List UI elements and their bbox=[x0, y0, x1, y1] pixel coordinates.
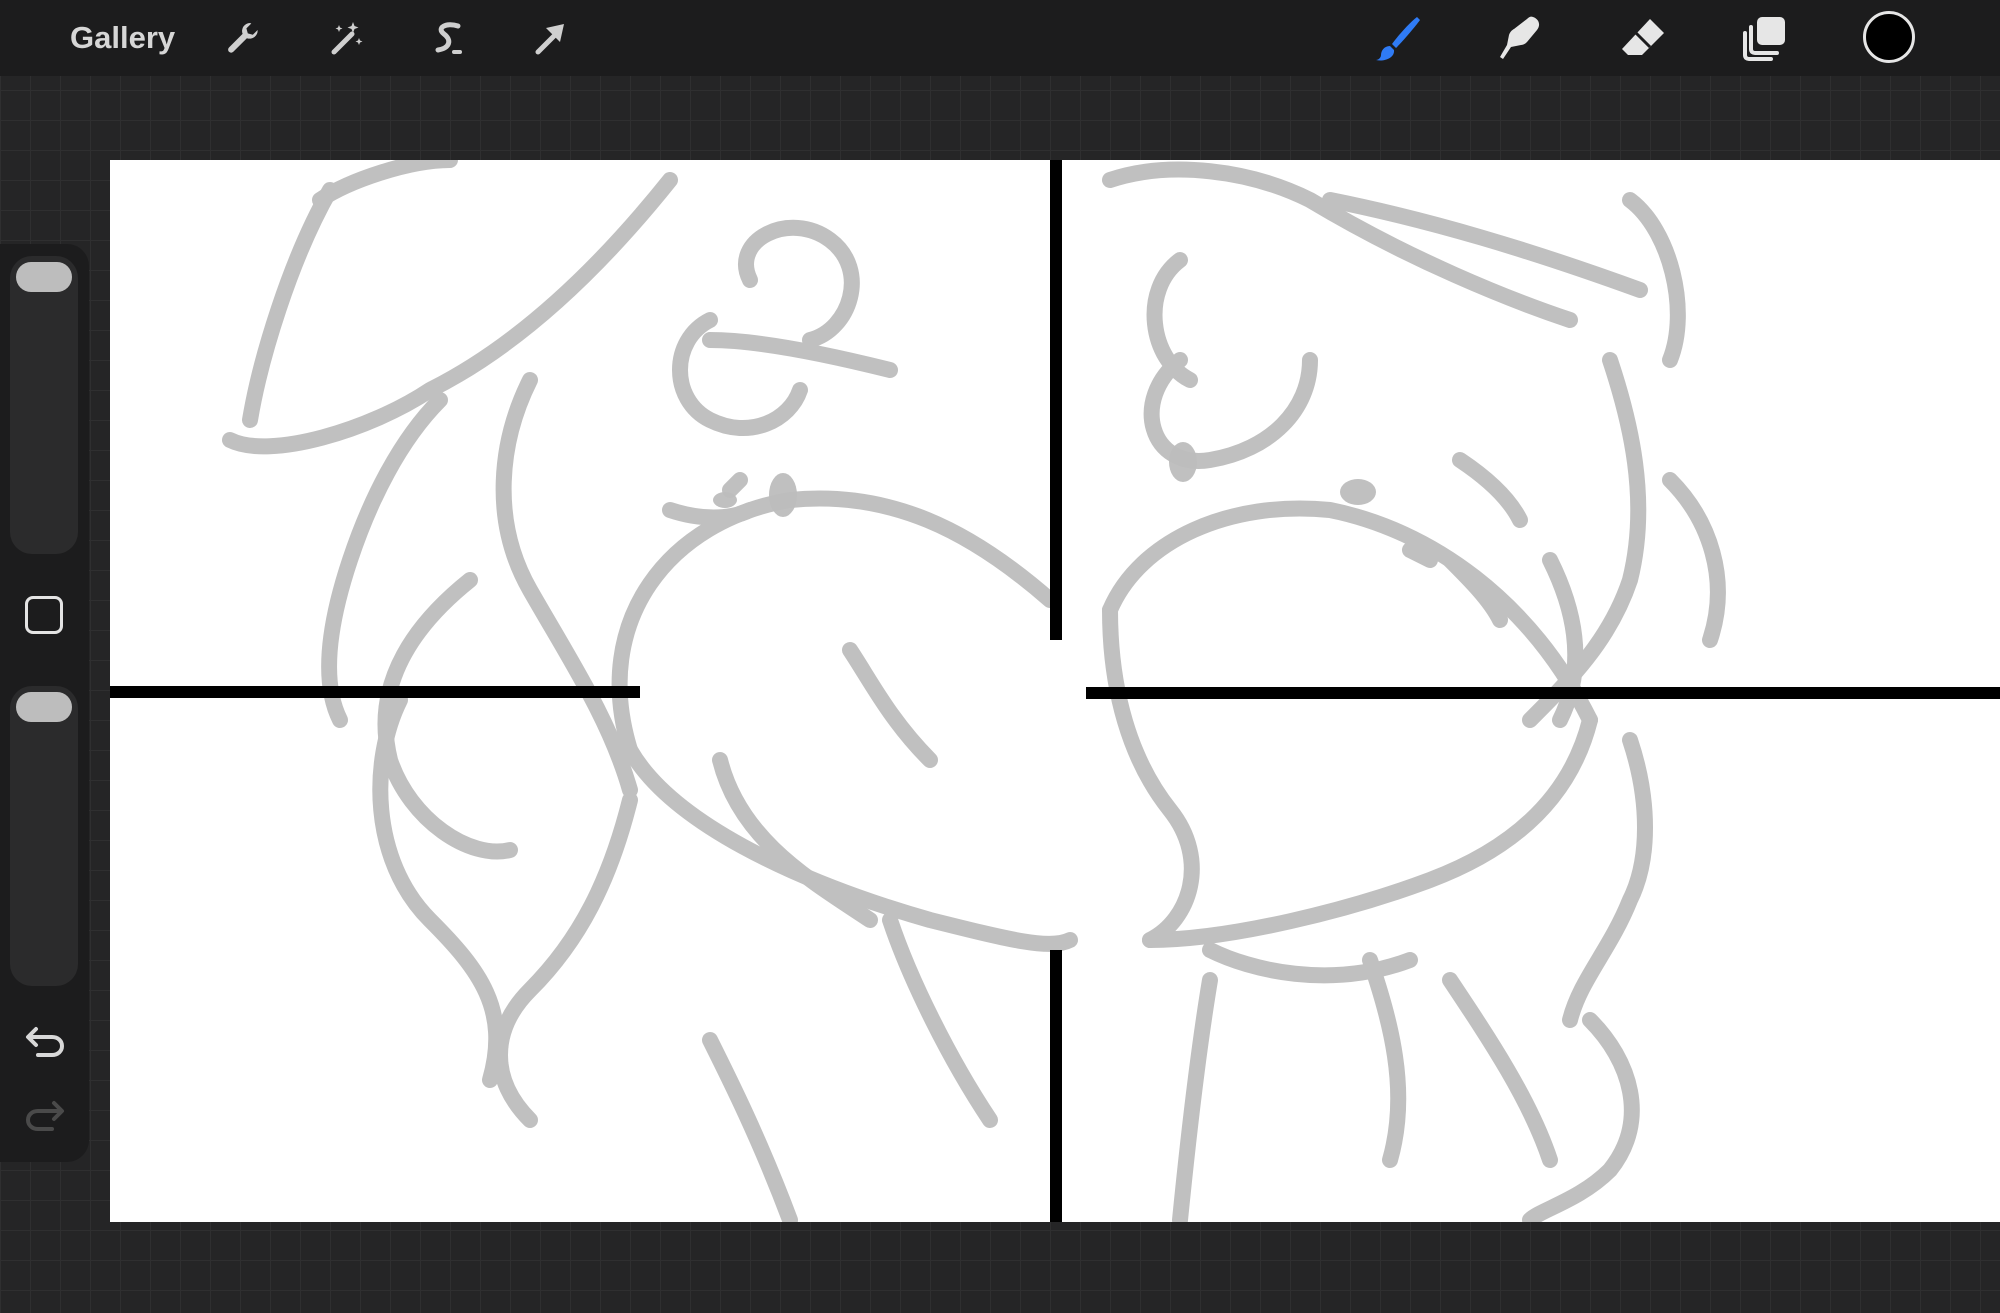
paintbrush-icon[interactable] bbox=[1370, 10, 1426, 66]
redo-icon[interactable] bbox=[20, 1090, 70, 1140]
drawing-canvas[interactable] bbox=[110, 160, 2000, 1222]
gallery-button[interactable]: Gallery bbox=[70, 18, 175, 58]
modify-button[interactable] bbox=[25, 596, 63, 634]
top-toolbar: Gallery bbox=[0, 0, 2000, 76]
magic-wand-icon[interactable] bbox=[318, 10, 374, 66]
layers-icon[interactable] bbox=[1738, 10, 1794, 66]
brush-size-slider[interactable] bbox=[10, 256, 78, 554]
opacity-handle[interactable] bbox=[16, 692, 72, 722]
selection-s-icon[interactable] bbox=[420, 10, 476, 66]
panel-borders bbox=[110, 160, 2000, 1222]
left-sidebar bbox=[0, 244, 89, 1162]
undo-icon[interactable] bbox=[20, 1016, 70, 1066]
sketch-artwork bbox=[110, 160, 2000, 1222]
brush-size-handle[interactable] bbox=[16, 262, 72, 292]
eraser-icon[interactable] bbox=[1615, 10, 1671, 66]
arrow-cursor-icon[interactable] bbox=[522, 10, 578, 66]
smudge-finger-icon[interactable] bbox=[1492, 10, 1548, 66]
color-picker-button[interactable] bbox=[1863, 11, 1915, 63]
wrench-icon[interactable] bbox=[215, 10, 271, 66]
opacity-slider[interactable] bbox=[10, 686, 78, 986]
